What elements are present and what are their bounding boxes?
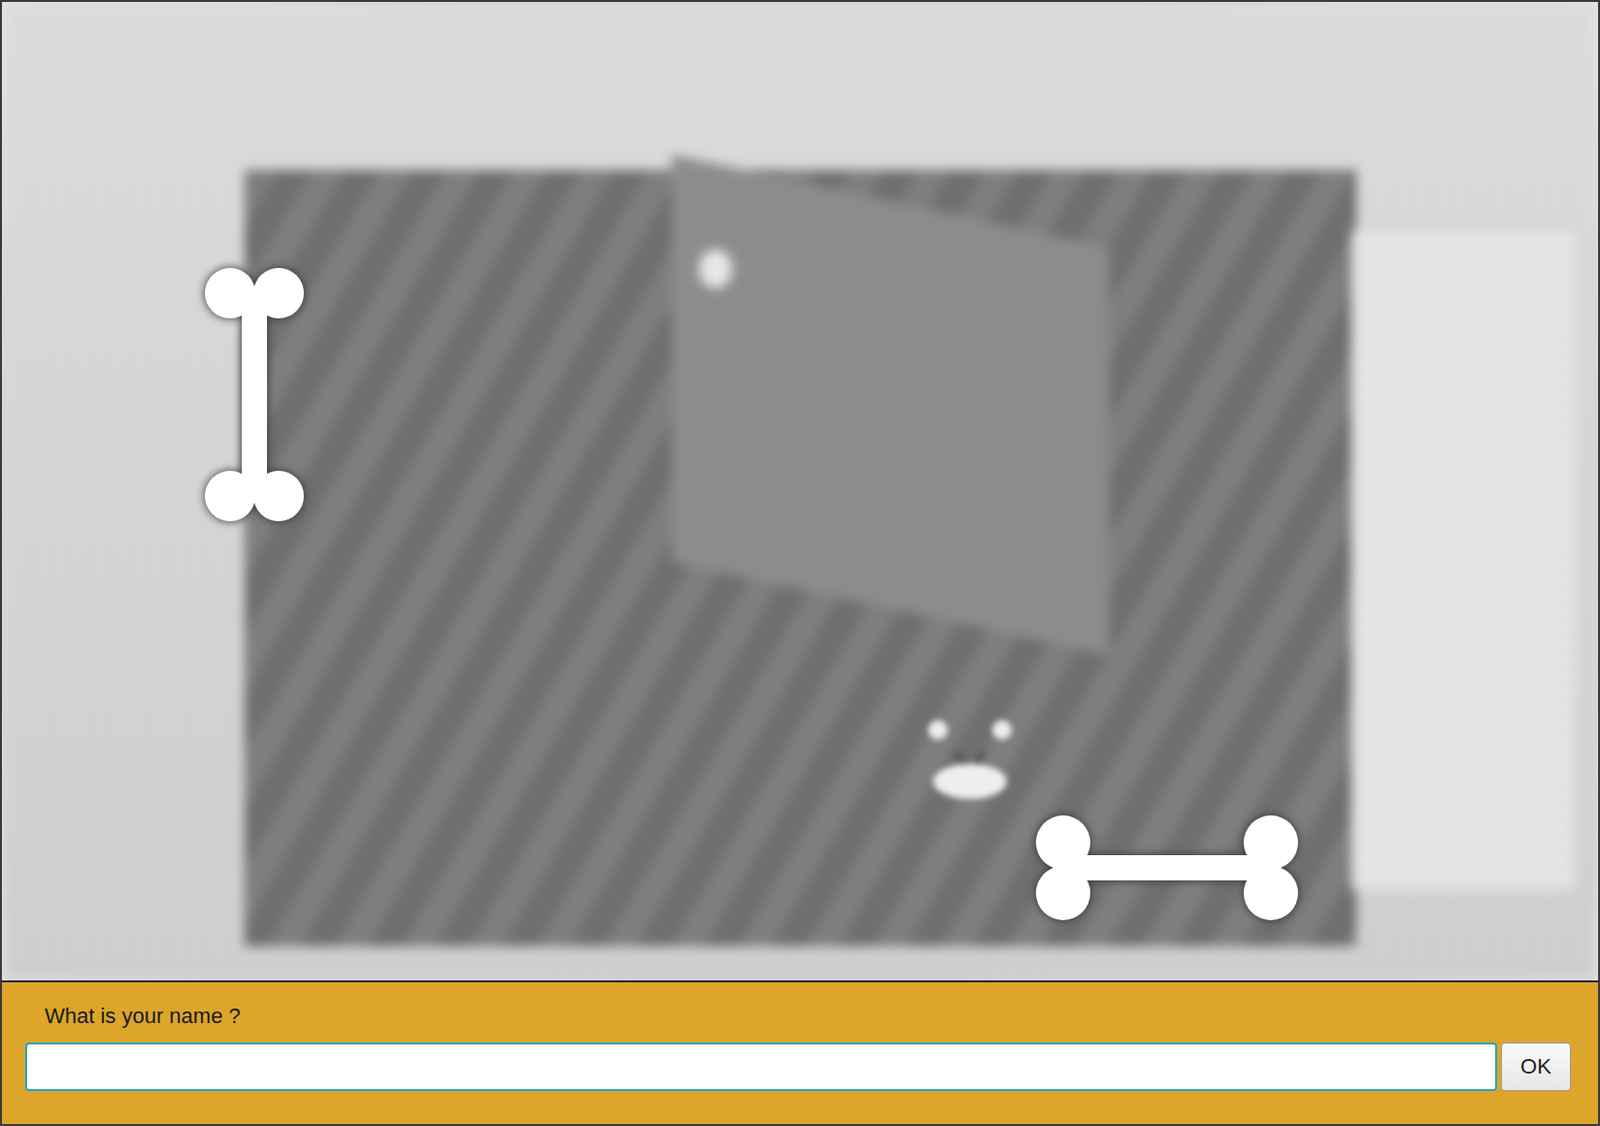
bone[interactable]: [200, 256, 308, 537]
bone-icon: [1026, 809, 1308, 927]
bone[interactable]: [1026, 809, 1308, 931]
game-window: What is your name ? OK: [0, 0, 1600, 1126]
ok-button[interactable]: OK: [1500, 1042, 1571, 1092]
room-window: [1351, 230, 1575, 891]
input-row: OK: [25, 1042, 1571, 1092]
name-dialog: What is your name ? OK: [1, 980, 1599, 1125]
bone-icon: [200, 256, 308, 534]
lamp: [699, 249, 733, 289]
name-input[interactable]: [25, 1042, 1498, 1092]
dog-icon: [926, 718, 1014, 806]
game-scene: [1, 1, 1599, 981]
dialog-prompt: What is your name ?: [25, 1003, 1571, 1030]
dog: [926, 718, 1014, 810]
